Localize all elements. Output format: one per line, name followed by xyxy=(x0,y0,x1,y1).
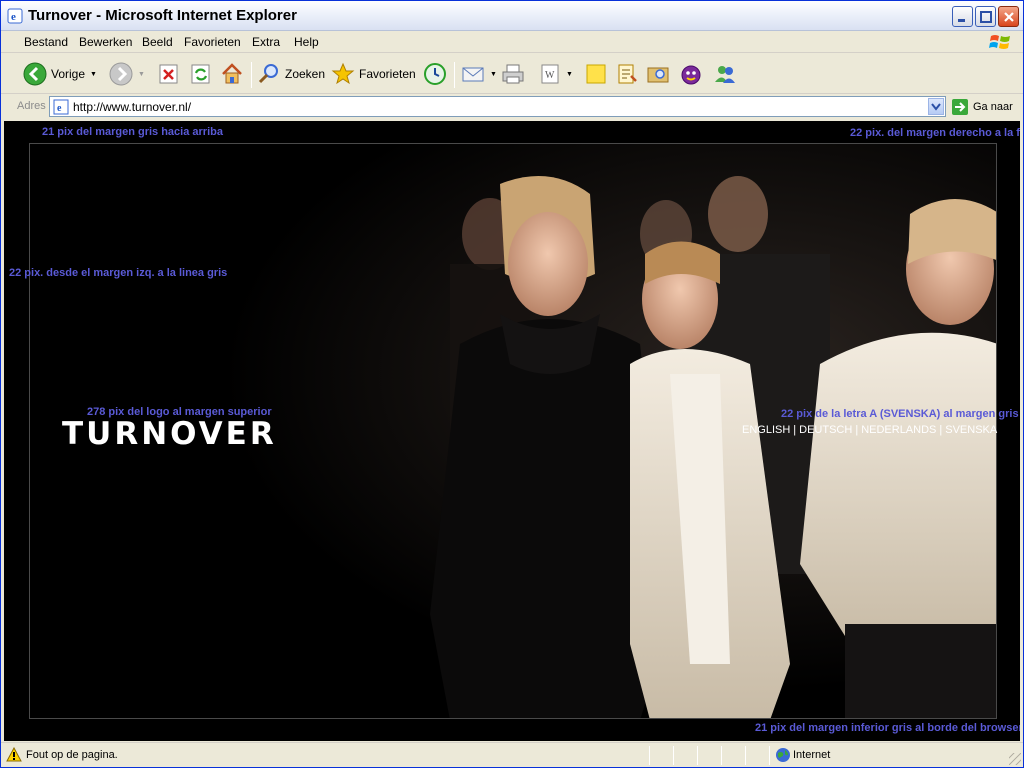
address-bar: Adres e http://www.turnover.nl/ Ga naar xyxy=(1,95,1023,119)
back-arrow-icon xyxy=(23,62,47,86)
note-left-margin: 22 pix. desde el margen izq. a la linea … xyxy=(9,267,228,279)
address-dropdown-button[interactable] xyxy=(928,98,944,115)
forward-button[interactable]: ▼ xyxy=(109,60,145,88)
messenger-button[interactable] xyxy=(713,60,737,88)
messenger-icon xyxy=(715,66,735,83)
menu-bestand[interactable]: Bestand xyxy=(24,35,68,49)
minimize-button[interactable] xyxy=(952,6,973,27)
search-label: Zoeken xyxy=(285,67,326,81)
mail-icon xyxy=(462,67,484,82)
windows-logo-icon xyxy=(989,35,1010,49)
research-button[interactable] xyxy=(616,60,640,88)
language-selector: ENGLISH | DEUTSCH | NEDERLANDS | SVENSKA xyxy=(742,424,997,436)
note-top-margin: 21 pix del margen gris hacia arriba xyxy=(42,126,223,138)
forward-dropdown-icon[interactable]: ▼ xyxy=(138,71,145,78)
smiley-icon xyxy=(681,65,701,85)
status-text: Fout op de pagina. xyxy=(26,749,118,761)
warning-icon[interactable] xyxy=(6,747,22,763)
mail-dropdown-icon[interactable]: ▼ xyxy=(490,71,497,78)
maximize-button[interactable] xyxy=(975,6,996,27)
home-icon xyxy=(222,63,242,84)
research-icon xyxy=(618,64,637,84)
minimize-icon xyxy=(958,19,965,22)
stop-button[interactable] xyxy=(158,60,180,88)
lang-svenska-link[interactable]: SVENSKA xyxy=(945,424,997,436)
page-content: 21 pix del margen gris hacia arriba 22 p… xyxy=(4,121,1020,741)
go-arrow-icon xyxy=(952,99,968,115)
print-button[interactable] xyxy=(501,60,525,88)
security-zone-label: Internet xyxy=(793,749,831,761)
lang-separator: | xyxy=(855,424,859,436)
search-button[interactable]: Zoeken xyxy=(257,60,325,88)
edit-dropdown-icon[interactable]: ▼ xyxy=(566,71,573,78)
mail-button[interactable]: ▼ xyxy=(461,60,497,88)
maximize-icon xyxy=(980,11,992,23)
status-bar: Fout op de pagina. Internet xyxy=(1,742,1023,767)
lang-nederlands-link[interactable]: NEDERLANDS xyxy=(861,424,936,436)
resize-grip[interactable] xyxy=(1009,753,1021,765)
refresh-icon xyxy=(191,64,210,84)
note-right-margin: 22 pix. del margen derecho a la foto xyxy=(850,127,1020,139)
address-label: Adres xyxy=(17,100,46,112)
page-icon: e xyxy=(53,99,69,115)
refresh-button[interactable] xyxy=(190,60,212,88)
lang-separator: | xyxy=(793,424,797,436)
lang-separator: | xyxy=(939,424,943,436)
chevron-down-icon xyxy=(931,103,941,111)
svg-text:W: W xyxy=(545,70,555,81)
address-value: http://www.turnover.nl/ xyxy=(73,100,192,114)
stop-icon xyxy=(159,64,178,84)
svg-text:e: e xyxy=(57,103,62,114)
note-icon xyxy=(586,64,606,84)
go-button[interactable]: Ga naar xyxy=(951,97,1013,117)
browser-window: e Turnover - Microsoft Internet Explorer… xyxy=(0,0,1024,768)
menu-favorieten[interactable]: Favorieten xyxy=(184,35,241,49)
home-button[interactable] xyxy=(220,60,244,88)
note-bottom-margin: 21 pix del margen inferior gris al borde… xyxy=(755,722,1020,734)
word-document-icon: W xyxy=(541,64,559,84)
favorites-button[interactable]: Favorieten xyxy=(331,60,416,88)
go-label: Ga naar xyxy=(973,101,1013,113)
note-language-margin: 22 pix de la letra A (SVENSKA) al margen… xyxy=(781,408,1019,420)
favorites-label: Favorieten xyxy=(359,67,416,81)
discuss-button[interactable] xyxy=(584,60,608,88)
close-button[interactable] xyxy=(998,6,1019,27)
globe-icon xyxy=(776,748,790,762)
messenger-folder-button[interactable] xyxy=(646,60,670,88)
close-icon xyxy=(1004,12,1014,22)
printer-icon xyxy=(502,64,524,84)
window-title: Turnover - Microsoft Internet Explorer xyxy=(28,7,297,24)
title-bar: e Turnover - Microsoft Internet Explorer xyxy=(1,1,1023,31)
forward-arrow-icon xyxy=(109,62,133,86)
history-icon xyxy=(424,63,446,85)
back-button[interactable]: Vorige ▼ xyxy=(23,60,97,88)
search-icon xyxy=(258,64,278,84)
yahoo-button[interactable] xyxy=(679,60,703,88)
back-dropdown-icon[interactable]: ▼ xyxy=(90,71,97,78)
lang-deutsch-link[interactable]: DEUTSCH xyxy=(799,424,852,436)
turnover-logo[interactable]: TURNOVER xyxy=(62,416,277,452)
ie-icon: e xyxy=(7,8,23,24)
edit-button[interactable]: W ▼ xyxy=(539,60,573,88)
folder-search-icon xyxy=(647,67,669,83)
history-button[interactable] xyxy=(423,60,447,88)
menu-beeld[interactable]: Beeld xyxy=(142,35,173,49)
svg-text:e: e xyxy=(11,11,16,23)
back-label: Vorige xyxy=(51,67,86,81)
menu-extra[interactable]: Extra xyxy=(252,35,280,49)
address-input[interactable]: e http://www.turnover.nl/ xyxy=(49,96,946,117)
menu-bewerken[interactable]: Bewerken xyxy=(79,35,132,49)
toolbar: Vorige ▼ ▼ Zoeken Favorieten ▼ W ▼ xyxy=(1,54,1023,94)
lang-english-link[interactable]: ENGLISH xyxy=(742,424,790,436)
star-icon xyxy=(331,62,355,85)
menu-bar: Bestand Bewerken Beeld Favorieten Extra … xyxy=(1,31,1023,53)
menu-help[interactable]: Help xyxy=(294,35,319,49)
